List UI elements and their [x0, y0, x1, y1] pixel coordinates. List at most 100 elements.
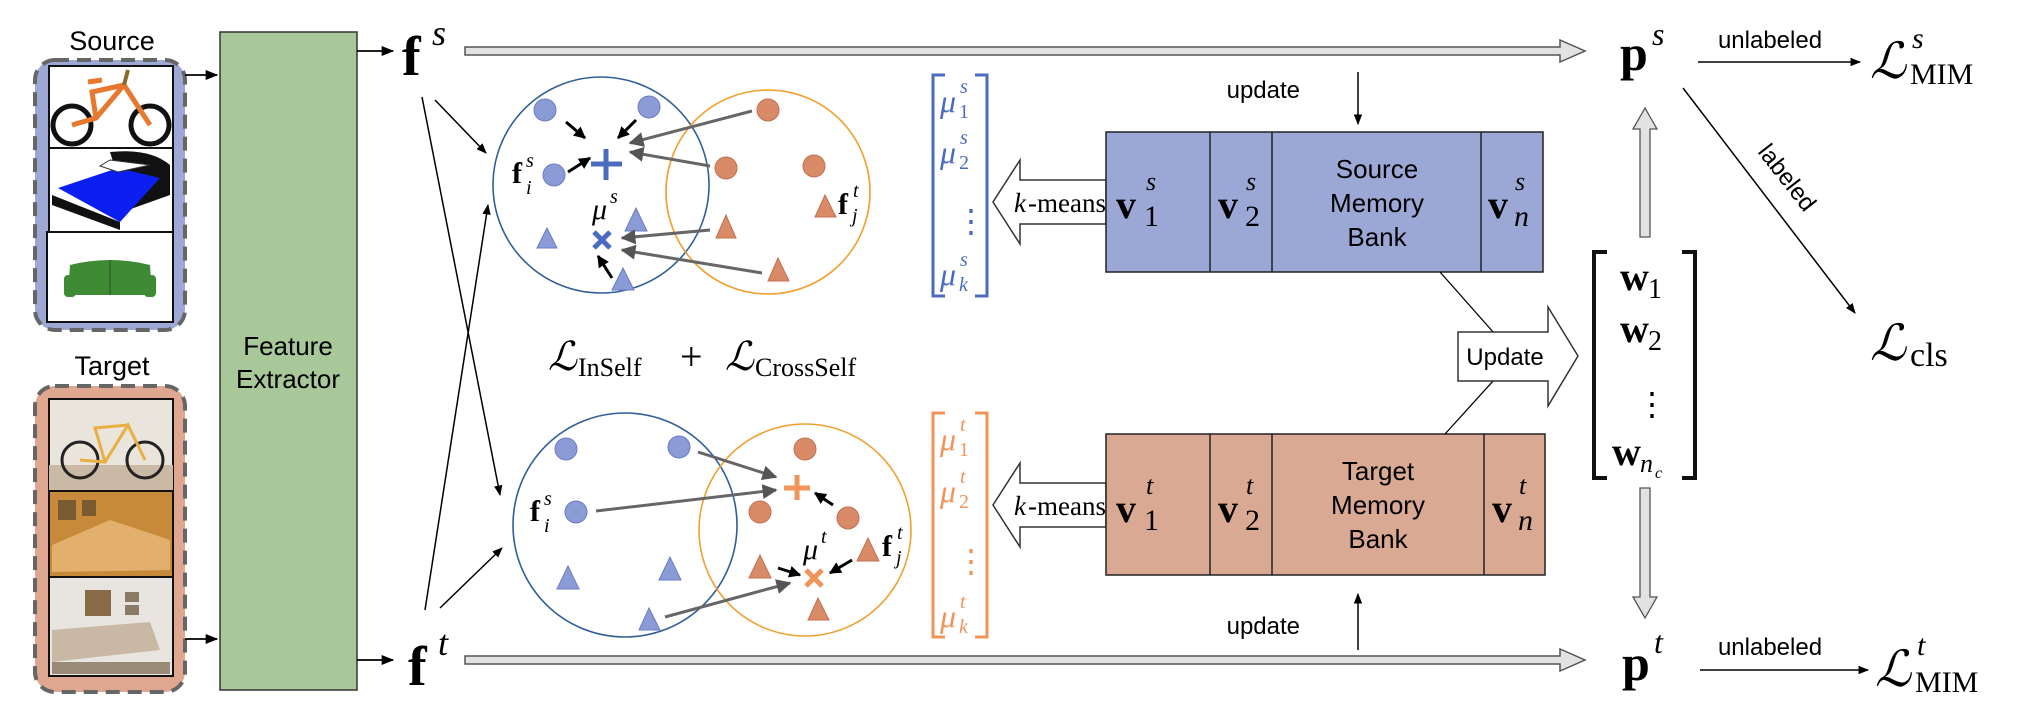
svg-text:InSelf: InSelf	[578, 353, 642, 382]
weights-dots: ⋮	[1636, 386, 1668, 422]
svg-text:μ: μ	[591, 193, 607, 226]
svg-text:k: k	[1014, 188, 1027, 218]
source-vector-dots: ⋮	[955, 203, 987, 239]
fs-to-bottom-cluster-arrow	[421, 96, 503, 497]
svg-text:1: 1	[959, 101, 969, 123]
ft-base: f	[408, 636, 428, 698]
target-bank-title-3: Bank	[1348, 524, 1408, 554]
svg-text:ℒ: ℒ	[1870, 315, 1907, 371]
bottom-source-triangle	[658, 555, 682, 581]
svg-text:t: t	[853, 180, 859, 202]
svg-text:v: v	[1492, 486, 1512, 531]
feature-extractor-label-line1: Feature	[243, 331, 333, 361]
inself-arrow	[777, 566, 802, 578]
bottom-target-point	[836, 506, 860, 530]
fs-to-top-cluster-arrow	[434, 99, 487, 154]
svg-text:t: t	[1654, 624, 1664, 660]
mu-s-k: μ s k	[939, 249, 969, 296]
svg-text:p: p	[1622, 635, 1650, 691]
top-source-point	[542, 163, 566, 187]
bottom-mu-t-label: μ t	[802, 526, 827, 566]
source-bank-title-1: Source	[1336, 154, 1418, 184]
target-centroid-vector: μ t 1 μ t 2 ⋮ μ t k	[931, 411, 989, 639]
svg-text:i: i	[544, 515, 550, 537]
weights-to-pt-arrow	[1631, 487, 1659, 620]
bottom-target-point	[748, 500, 772, 524]
svg-text:cls: cls	[1910, 337, 1948, 374]
svg-text:f: f	[882, 530, 893, 563]
target-bank-title-2: Memory	[1331, 490, 1425, 520]
svg-text:unlabeled: unlabeled	[1718, 27, 1822, 54]
svg-text:t: t	[1246, 471, 1254, 500]
bottom-source-point	[564, 500, 588, 524]
prediction-ps: p s	[1620, 16, 1664, 81]
svg-text:w: w	[1620, 306, 1649, 351]
svg-text:s: s	[526, 150, 534, 172]
svg-text:c: c	[1655, 465, 1662, 482]
bottom-target-triangle	[856, 536, 880, 562]
svg-text:1: 1	[1144, 200, 1159, 233]
target-vector-dots: ⋮	[955, 543, 987, 579]
weights-to-ps-arrow	[1631, 106, 1659, 238]
svg-text:1: 1	[1144, 504, 1159, 537]
inself-arrow	[814, 491, 834, 507]
svg-text:unlabeled: unlabeled	[1718, 634, 1822, 661]
bottom-plus-centroid-icon	[784, 475, 810, 500]
bottom-target-triangle	[748, 553, 772, 579]
top-target-point	[756, 98, 780, 122]
inself-arrow	[596, 254, 614, 279]
loss-cls: ℒ cls	[1870, 315, 1948, 374]
target-vector-right-bracket	[975, 411, 989, 639]
svg-text:j: j	[893, 547, 902, 569]
source-bank-title-3: Bank	[1347, 222, 1407, 252]
source-centroid-vector: μ s 1 μ s 2 ⋮ μ s k	[931, 73, 989, 298]
bottom-fj-t-label: f t j	[882, 522, 903, 569]
svg-text:2: 2	[1245, 504, 1260, 537]
target-image-bed	[48, 490, 174, 578]
source-bank-box	[1105, 131, 1544, 273]
source-update-label: update	[1227, 77, 1300, 104]
target-input-group: Target	[33, 351, 219, 694]
loss-mim-target: ℒ t MIM	[1875, 629, 1978, 699]
inself-arrow	[616, 118, 638, 140]
top-target-triangle	[767, 256, 790, 282]
source-image-bed	[48, 147, 174, 233]
svg-text:2: 2	[1648, 326, 1662, 357]
svg-text:ℒ: ℒ	[1875, 641, 1912, 697]
target-image-sofa	[48, 576, 174, 677]
fs-base: f	[402, 26, 422, 88]
inself-arrow	[565, 120, 586, 140]
bottom-source-point	[667, 435, 691, 459]
svg-text:t: t	[1519, 471, 1527, 500]
svg-text:s: s	[960, 127, 968, 149]
top-source-point	[533, 98, 557, 122]
svg-text:n: n	[1518, 504, 1533, 537]
svg-text:i: i	[526, 177, 532, 199]
update-arrow: Update	[1457, 304, 1579, 409]
top-source-triangle	[611, 266, 635, 291]
inself-crossself-loss-label: ℒ InSelf + ℒ CrossSelf	[548, 334, 856, 382]
svg-text:ℒ: ℒ	[1870, 33, 1907, 89]
bottom-fi-s-label: f s i	[530, 488, 552, 537]
svg-text:ℒ: ℒ	[725, 334, 755, 379]
svg-text:+: +	[680, 334, 703, 379]
loss-mim-source-edge: unlabeled	[1698, 27, 1862, 67]
source-image-sofa	[46, 231, 174, 323]
fs-to-ps-arrow	[464, 38, 1587, 64]
svg-text:v: v	[1116, 182, 1136, 227]
bottom-source-triangle	[556, 564, 580, 590]
target-memory-bank: v t 1 v t 2 Target Memory Bank v t n upd…	[1105, 433, 1546, 650]
top-target-triangle	[814, 193, 837, 218]
bottom-source-triangle	[638, 606, 661, 631]
svg-text:s: s	[1652, 16, 1664, 52]
svg-text:v: v	[1218, 486, 1238, 531]
svg-text:v: v	[1218, 182, 1238, 227]
svg-text:μ: μ	[939, 598, 956, 634]
weight-wnc: w n c	[1612, 429, 1662, 482]
top-cluster-group: f s i μ s f t j	[492, 76, 871, 295]
svg-text:w: w	[1620, 254, 1649, 299]
top-target-triangle	[715, 213, 737, 239]
svg-text:s: s	[1246, 167, 1256, 196]
svg-text:f: f	[838, 188, 849, 221]
classifier-weight-vector: w 1 w 2 ⋮ w n c	[1592, 250, 1697, 482]
